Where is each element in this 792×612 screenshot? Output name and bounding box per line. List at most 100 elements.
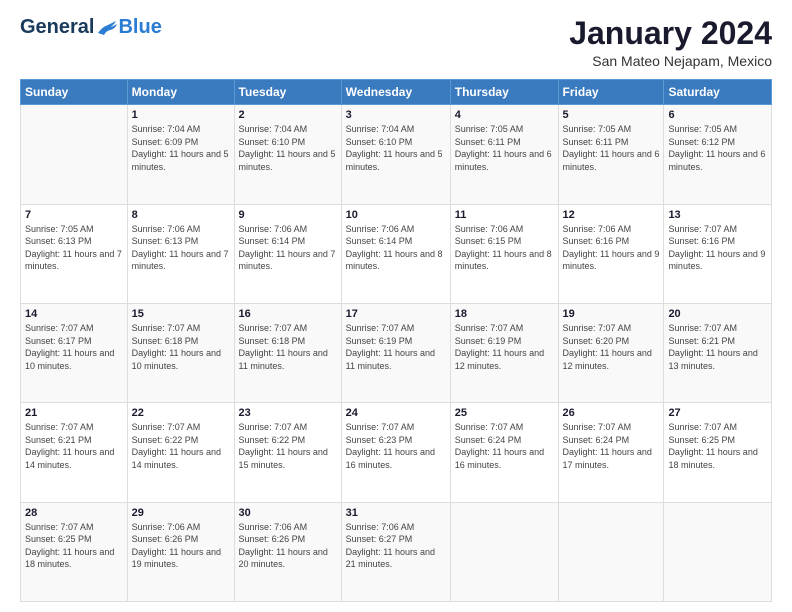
table-row: 10Sunrise: 7:06 AMSunset: 6:14 PMDayligh…: [341, 204, 450, 303]
table-row: 9 Sunrise: 7:06 AMSunset: 6:14 PMDaylight…: [234, 204, 341, 303]
col-tuesday: Tuesday: [234, 80, 341, 105]
day-info: Sunrise: 7:05 AMSunset: 6:11 PMDaylight:…: [563, 124, 660, 172]
table-row: 6Sunrise: 7:05 AMSunset: 6:12 PMDaylight…: [664, 105, 772, 204]
table-row: 20 Sunrise: 7:07 AMSunset: 6:21 PMDayligh…: [664, 303, 772, 402]
day-number: 19: [563, 308, 660, 320]
table-row: 24 Sunrise: 7:07 AMSunset: 6:23 PMDayligh…: [341, 403, 450, 502]
day-number: 15: [132, 308, 230, 320]
day-number: 5: [563, 109, 660, 121]
day-info: Sunrise: 7:07 AMSunset: 6:18 PMDaylight:…: [239, 323, 328, 371]
day-info: Sunrise: 7:07 AMSunset: 6:25 PMDaylight:…: [668, 422, 757, 470]
table-row: 27 Sunrise: 7:07 AMSunset: 6:25 PMDayligh…: [664, 403, 772, 502]
table-row: 17 Sunrise: 7:07 AMSunset: 6:19 PMDayligh…: [341, 303, 450, 402]
day-number: 4: [455, 109, 554, 121]
table-row: 3 Sunrise: 7:04 AMSunset: 6:10 PMDaylight…: [341, 105, 450, 204]
title-section: January 2024 San Mateo Nejapam, Mexico: [569, 16, 772, 69]
table-row: 7Sunrise: 7:05 AMSunset: 6:13 PMDaylight…: [21, 204, 128, 303]
logo-blue: Blue: [118, 16, 161, 39]
day-number: 17: [346, 308, 446, 320]
day-number: 30: [239, 507, 337, 519]
day-info: Sunrise: 7:06 AMSunset: 6:14 PMDaylight:…: [346, 224, 443, 272]
table-row: 5 Sunrise: 7:05 AMSunset: 6:11 PMDaylight…: [558, 105, 664, 204]
day-number: 12: [563, 209, 660, 221]
day-number: 14: [25, 308, 123, 320]
table-row: 12 Sunrise: 7:06 AMSunset: 6:16 PMDayligh…: [558, 204, 664, 303]
day-info: Sunrise: 7:07 AMSunset: 6:18 PMDaylight:…: [132, 323, 221, 371]
month-title: January 2024: [569, 16, 772, 51]
day-info: Sunrise: 7:07 AMSunset: 6:25 PMDaylight:…: [25, 522, 114, 570]
col-monday: Monday: [127, 80, 234, 105]
day-info: Sunrise: 7:04 AMSunset: 6:10 PMDaylight:…: [346, 124, 443, 172]
day-number: 29: [132, 507, 230, 519]
day-info: Sunrise: 7:06 AMSunset: 6:14 PMDaylight:…: [239, 224, 336, 272]
table-row: 31 Sunrise: 7:06 AMSunset: 6:27 PMDayligh…: [341, 502, 450, 601]
table-row: 28 Sunrise: 7:07 AMSunset: 6:25 PMDayligh…: [21, 502, 128, 601]
col-thursday: Thursday: [450, 80, 558, 105]
page-header: General Blue January 2024 San Mateo Neja…: [20, 16, 772, 69]
day-info: Sunrise: 7:07 AMSunset: 6:21 PMDaylight:…: [668, 323, 757, 371]
col-sunday: Sunday: [21, 80, 128, 105]
day-number: 24: [346, 407, 446, 419]
day-info: Sunrise: 7:07 AMSunset: 6:16 PMDaylight:…: [668, 224, 765, 272]
day-info: Sunrise: 7:06 AMSunset: 6:16 PMDaylight:…: [563, 224, 660, 272]
day-number: 13: [668, 209, 767, 221]
table-row: 23 Sunrise: 7:07 AMSunset: 6:22 PMDayligh…: [234, 403, 341, 502]
day-info: Sunrise: 7:07 AMSunset: 6:23 PMDaylight:…: [346, 422, 435, 470]
day-info: Sunrise: 7:07 AMSunset: 6:19 PMDaylight:…: [455, 323, 544, 371]
day-info: Sunrise: 7:06 AMSunset: 6:13 PMDaylight:…: [132, 224, 229, 272]
day-info: Sunrise: 7:05 AMSunset: 6:11 PMDaylight:…: [455, 124, 552, 172]
table-row: 11 Sunrise: 7:06 AMSunset: 6:15 PMDayligh…: [450, 204, 558, 303]
day-number: 21: [25, 407, 123, 419]
day-number: 11: [455, 209, 554, 221]
logo: General Blue: [20, 16, 162, 39]
day-info: Sunrise: 7:06 AMSunset: 6:26 PMDaylight:…: [239, 522, 328, 570]
table-row: 14Sunrise: 7:07 AMSunset: 6:17 PMDayligh…: [21, 303, 128, 402]
table-row: [21, 105, 128, 204]
day-number: 28: [25, 507, 123, 519]
table-row: 21Sunrise: 7:07 AMSunset: 6:21 PMDayligh…: [21, 403, 128, 502]
day-info: Sunrise: 7:06 AMSunset: 6:15 PMDaylight:…: [455, 224, 552, 272]
table-row: 13 Sunrise: 7:07 AMSunset: 6:16 PMDayligh…: [664, 204, 772, 303]
table-row: 4 Sunrise: 7:05 AMSunset: 6:11 PMDaylight…: [450, 105, 558, 204]
day-info: Sunrise: 7:07 AMSunset: 6:20 PMDaylight:…: [563, 323, 652, 371]
day-number: 3: [346, 109, 446, 121]
table-row: [558, 502, 664, 601]
day-info: Sunrise: 7:07 AMSunset: 6:24 PMDaylight:…: [455, 422, 544, 470]
day-number: 6: [668, 109, 767, 121]
day-info: Sunrise: 7:06 AMSunset: 6:27 PMDaylight:…: [346, 522, 435, 570]
day-number: 2: [239, 109, 337, 121]
day-info: Sunrise: 7:04 AMSunset: 6:10 PMDaylight:…: [239, 124, 336, 172]
day-number: 23: [239, 407, 337, 419]
day-number: 1: [132, 109, 230, 121]
calendar-header-row: Sunday Monday Tuesday Wednesday Thursday…: [21, 80, 772, 105]
day-number: 20: [668, 308, 767, 320]
table-row: 25 Sunrise: 7:07 AMSunset: 6:24 PMDayligh…: [450, 403, 558, 502]
day-info: Sunrise: 7:07 AMSunset: 6:22 PMDaylight:…: [132, 422, 221, 470]
day-number: 25: [455, 407, 554, 419]
table-row: 30 Sunrise: 7:06 AMSunset: 6:26 PMDayligh…: [234, 502, 341, 601]
col-wednesday: Wednesday: [341, 80, 450, 105]
day-number: 26: [563, 407, 660, 419]
day-info: Sunrise: 7:04 AMSunset: 6:09 PMDaylight:…: [132, 124, 229, 172]
table-row: 22Sunrise: 7:07 AMSunset: 6:22 PMDayligh…: [127, 403, 234, 502]
table-row: [664, 502, 772, 601]
table-row: 1 Sunrise: 7:04 AMSunset: 6:09 PMDaylight…: [127, 105, 234, 204]
day-info: Sunrise: 7:07 AMSunset: 6:22 PMDaylight:…: [239, 422, 328, 470]
day-info: Sunrise: 7:06 AMSunset: 6:26 PMDaylight:…: [132, 522, 221, 570]
day-number: 9: [239, 209, 337, 221]
day-number: 31: [346, 507, 446, 519]
table-row: 15 Sunrise: 7:07 AMSunset: 6:18 PMDayligh…: [127, 303, 234, 402]
table-row: 29 Sunrise: 7:06 AMSunset: 6:26 PMDayligh…: [127, 502, 234, 601]
day-number: 27: [668, 407, 767, 419]
location: San Mateo Nejapam, Mexico: [569, 53, 772, 69]
day-number: 16: [239, 308, 337, 320]
table-row: 2 Sunrise: 7:04 AMSunset: 6:10 PMDaylight…: [234, 105, 341, 204]
table-row: 8Sunrise: 7:06 AMSunset: 6:13 PMDaylight…: [127, 204, 234, 303]
table-row: 18Sunrise: 7:07 AMSunset: 6:19 PMDayligh…: [450, 303, 558, 402]
table-row: 16 Sunrise: 7:07 AMSunset: 6:18 PMDayligh…: [234, 303, 341, 402]
day-info: Sunrise: 7:07 AMSunset: 6:19 PMDaylight:…: [346, 323, 435, 371]
calendar-table: Sunday Monday Tuesday Wednesday Thursday…: [20, 79, 772, 602]
table-row: 19 Sunrise: 7:07 AMSunset: 6:20 PMDayligh…: [558, 303, 664, 402]
day-info: Sunrise: 7:05 AMSunset: 6:13 PMDaylight:…: [25, 224, 122, 272]
table-row: [450, 502, 558, 601]
